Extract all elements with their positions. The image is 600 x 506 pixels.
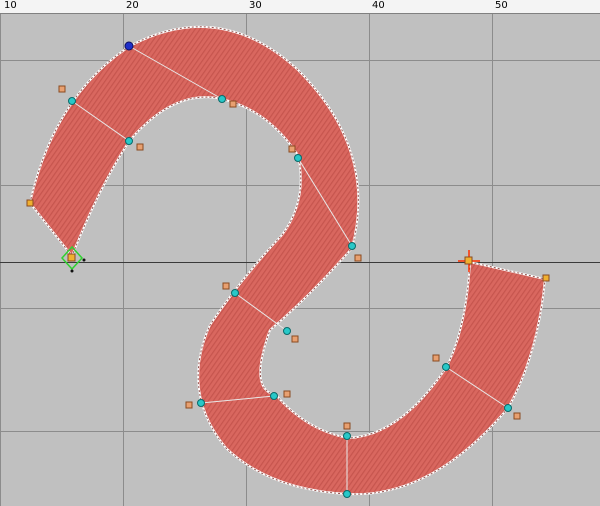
bezier-handle[interactable]: [283, 390, 291, 398]
control-node[interactable]: [343, 490, 351, 498]
control-node[interactable]: [442, 363, 450, 371]
control-node[interactable]: [231, 289, 239, 297]
bezier-handle[interactable]: [288, 145, 296, 153]
bezier-handle[interactable]: [513, 412, 521, 420]
ruler-label-50: 50: [495, 0, 508, 11]
corner-handle[interactable]: [26, 199, 34, 207]
control-node[interactable]: [343, 432, 351, 440]
ruler-label-10: 10: [4, 0, 17, 11]
bezier-handle[interactable]: [185, 401, 193, 409]
control-node[interactable]: [348, 242, 356, 250]
selected-node[interactable]: [124, 41, 134, 51]
control-node[interactable]: [218, 95, 226, 103]
control-node[interactable]: [504, 404, 512, 412]
horizontal-ruler: 10 20 30 40 50: [0, 0, 600, 14]
bezier-handle[interactable]: [291, 335, 299, 343]
bezier-handle[interactable]: [343, 422, 351, 430]
control-node[interactable]: [197, 399, 205, 407]
control-node[interactable]: [270, 392, 278, 400]
bezier-handle[interactable]: [229, 100, 237, 108]
corner-handle[interactable]: [542, 274, 550, 282]
control-node[interactable]: [294, 154, 302, 162]
control-node[interactable]: [283, 327, 291, 335]
ruler-label-40: 40: [372, 0, 385, 11]
ruler-label-30: 30: [249, 0, 262, 11]
bezier-handle[interactable]: [58, 85, 66, 93]
bezier-handle[interactable]: [136, 143, 144, 151]
control-node[interactable]: [125, 137, 133, 145]
bezier-handle[interactable]: [222, 282, 230, 290]
design-canvas[interactable]: [0, 14, 600, 506]
control-node[interactable]: [68, 97, 76, 105]
bezier-handle[interactable]: [354, 254, 362, 262]
bezier-handle[interactable]: [432, 354, 440, 362]
ruler-label-20: 20: [126, 0, 139, 11]
embroidery-editor: 10 20 30 40 50: [0, 0, 600, 506]
